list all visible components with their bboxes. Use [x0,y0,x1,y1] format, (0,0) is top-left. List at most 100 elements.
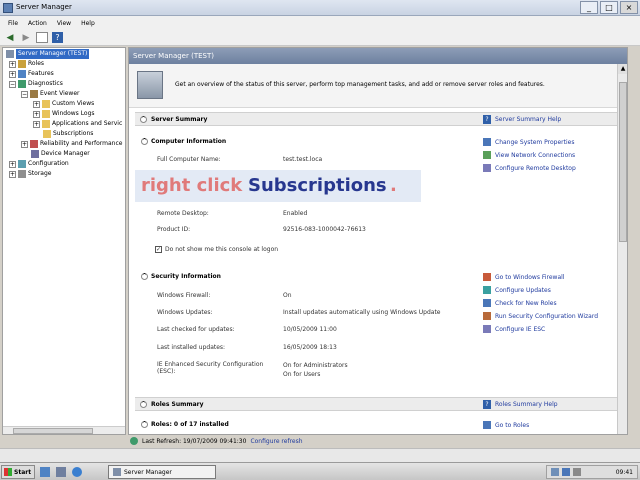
menu-action[interactable]: Action [28,20,47,27]
forward-arrow-icon[interactable]: ▶ [20,32,32,44]
tree-item-server-manager[interactable]: Server Manager (TEST) [6,48,91,60]
configure-refresh-link[interactable]: Configure refresh [250,438,302,445]
network-connections-icon [483,151,491,159]
menu-help[interactable]: Help [81,20,95,27]
storage-icon [18,170,26,178]
tree-item-label: Reliability and Performance [40,140,123,147]
minimize-button[interactable]: _ [580,1,598,14]
tree-item-event-viewer[interactable]: − Event Viewer [21,89,80,99]
tree-item-custom-views[interactable]: + Custom Views [33,99,94,109]
firewall-icon [483,273,491,281]
tree-item-label: Diagnostics [28,80,63,87]
tree-item-roles[interactable]: + Roles [9,59,44,69]
clock[interactable]: 09:41 [616,469,633,476]
collapse-icon[interactable]: ^ [141,421,148,428]
run-security-configuration-wizard-link[interactable]: Run Security Configuration Wizard [483,312,598,320]
tree-horizontal-scrollbar[interactable] [3,426,125,434]
new-roles-icon [483,299,491,307]
tree-item-device-manager[interactable]: Device Manager [31,149,90,159]
roles-icon [18,60,26,68]
roles-summary-help-link[interactable]: ? Roles Summary Help [483,400,558,409]
windows-updates-label: Windows Updates: [157,309,213,316]
taskbar-server-manager-button[interactable]: Server Manager [108,465,216,479]
tree-item-diagnostics[interactable]: − Diagnostics [9,79,63,89]
expand-icon[interactable]: + [9,170,16,178]
server-summary-bar[interactable]: ^ Server Summary ? Server Summary Help [135,112,623,126]
change-system-properties-link[interactable]: Change System Properties [483,138,574,146]
tree-item-subscriptions[interactable]: Subscriptions [43,129,93,139]
collapse-icon[interactable]: ^ [140,401,147,408]
collapse-icon[interactable]: ^ [141,138,148,145]
tree-item-features[interactable]: + Features [9,69,54,79]
close-button[interactable]: × [620,1,638,14]
menu-view[interactable]: View [57,20,71,27]
configure-updates-link[interactable]: Configure Updates [483,286,551,294]
show-hide-console-tree-icon[interactable] [36,32,48,43]
folder-icon [43,130,51,138]
expand-icon[interactable]: + [21,140,28,148]
scroll-up-arrow-icon[interactable]: ▲ [618,64,627,74]
main-vertical-scrollbar[interactable]: ▲ [617,64,627,434]
expand-icon[interactable]: + [9,60,16,68]
security-information-header[interactable]: ^ Security Information [141,273,221,280]
network-icon[interactable] [551,468,559,476]
configure-remote-desktop-link[interactable]: Configure Remote Desktop [483,164,576,172]
collapse-icon[interactable]: ^ [140,116,147,123]
windows-logo-icon [4,468,12,476]
folder-icon [42,110,50,118]
start-button[interactable]: Start [1,465,35,479]
menu-file[interactable]: File [8,20,18,27]
tree-item-applications-services[interactable]: + Applications and Servic [33,119,122,129]
configure-ie-esc-link[interactable]: Configure IE ESC [483,325,545,333]
status-bar [0,448,640,462]
monitor-icon[interactable] [562,468,570,476]
expand-icon[interactable]: + [9,160,16,168]
help-icon: ? [483,400,491,409]
check-for-new-roles-link[interactable]: Check for New Roles [483,299,557,307]
roles-summary-bar[interactable]: ^ Roles Summary ? Roles Summary Help [135,397,623,411]
back-arrow-icon[interactable]: ◀ [4,32,16,44]
system-tray: 09:41 [546,465,638,479]
ie-esc-label: IE Enhanced Security Configuration (ESC)… [157,361,264,375]
help-icon[interactable]: ? [52,32,63,43]
tree-item-label: Device Manager [41,150,90,157]
collapse-icon[interactable]: − [9,80,16,88]
console-tree[interactable]: Server Manager (TEST) + Roles + Features… [2,47,126,435]
collapse-icon[interactable]: ^ [141,273,148,280]
go-to-windows-firewall-link[interactable]: Go to Windows Firewall [483,273,564,281]
folder-icon [42,100,50,108]
maximize-button[interactable]: □ [600,1,618,14]
refresh-icon [130,437,138,445]
server-summary-help-link[interactable]: ? Server Summary Help [483,115,561,124]
dont-show-at-logon-row[interactable]: ✓ Do not show me this console at logon [155,246,278,253]
overlay-target-text: Subscriptions [248,175,387,196]
dont-show-at-logon-checkbox[interactable]: ✓ [155,246,162,253]
diagnostics-icon [18,80,26,88]
go-to-roles-link[interactable]: Go to Roles [483,421,529,429]
internet-explorer-icon[interactable] [72,467,82,477]
tree-item-storage[interactable]: + Storage [9,169,51,179]
server-manager-quicklaunch-icon[interactable] [40,467,50,477]
product-id-value: 92516-083-1000042-76613 [283,226,366,233]
roles-count-header[interactable]: ^ Roles: 0 of 17 installed [141,421,229,428]
collapse-icon[interactable]: − [21,90,28,98]
taskbar: Start Server Manager 09:41 [0,462,640,480]
last-checked-value: 10/05/2009 11:00 [283,326,337,333]
tree-item-reliability-performance[interactable]: + Reliability and Performance [21,139,122,149]
menu-bar: File Action View Help [0,16,640,30]
expand-icon[interactable]: + [33,100,40,108]
updates-icon [483,286,491,294]
tree-item-windows-logs[interactable]: + Windows Logs [33,109,95,119]
expand-icon[interactable]: + [9,70,16,78]
volume-icon[interactable] [573,468,581,476]
computer-information-header[interactable]: ^ Computer Information [141,138,226,145]
tree-item-label: Subscriptions [53,130,94,137]
ie-esc-value: On for Administrators On for Users [283,362,348,378]
scrollbar-thumb[interactable] [619,82,627,242]
scrollbar-thumb[interactable] [13,428,93,434]
view-network-connections-link[interactable]: View Network Connections [483,151,575,159]
show-desktop-icon[interactable] [56,467,66,477]
tree-item-configuration[interactable]: + Configuration [9,159,69,169]
expand-icon[interactable]: + [33,120,40,128]
expand-icon[interactable]: + [33,110,40,118]
